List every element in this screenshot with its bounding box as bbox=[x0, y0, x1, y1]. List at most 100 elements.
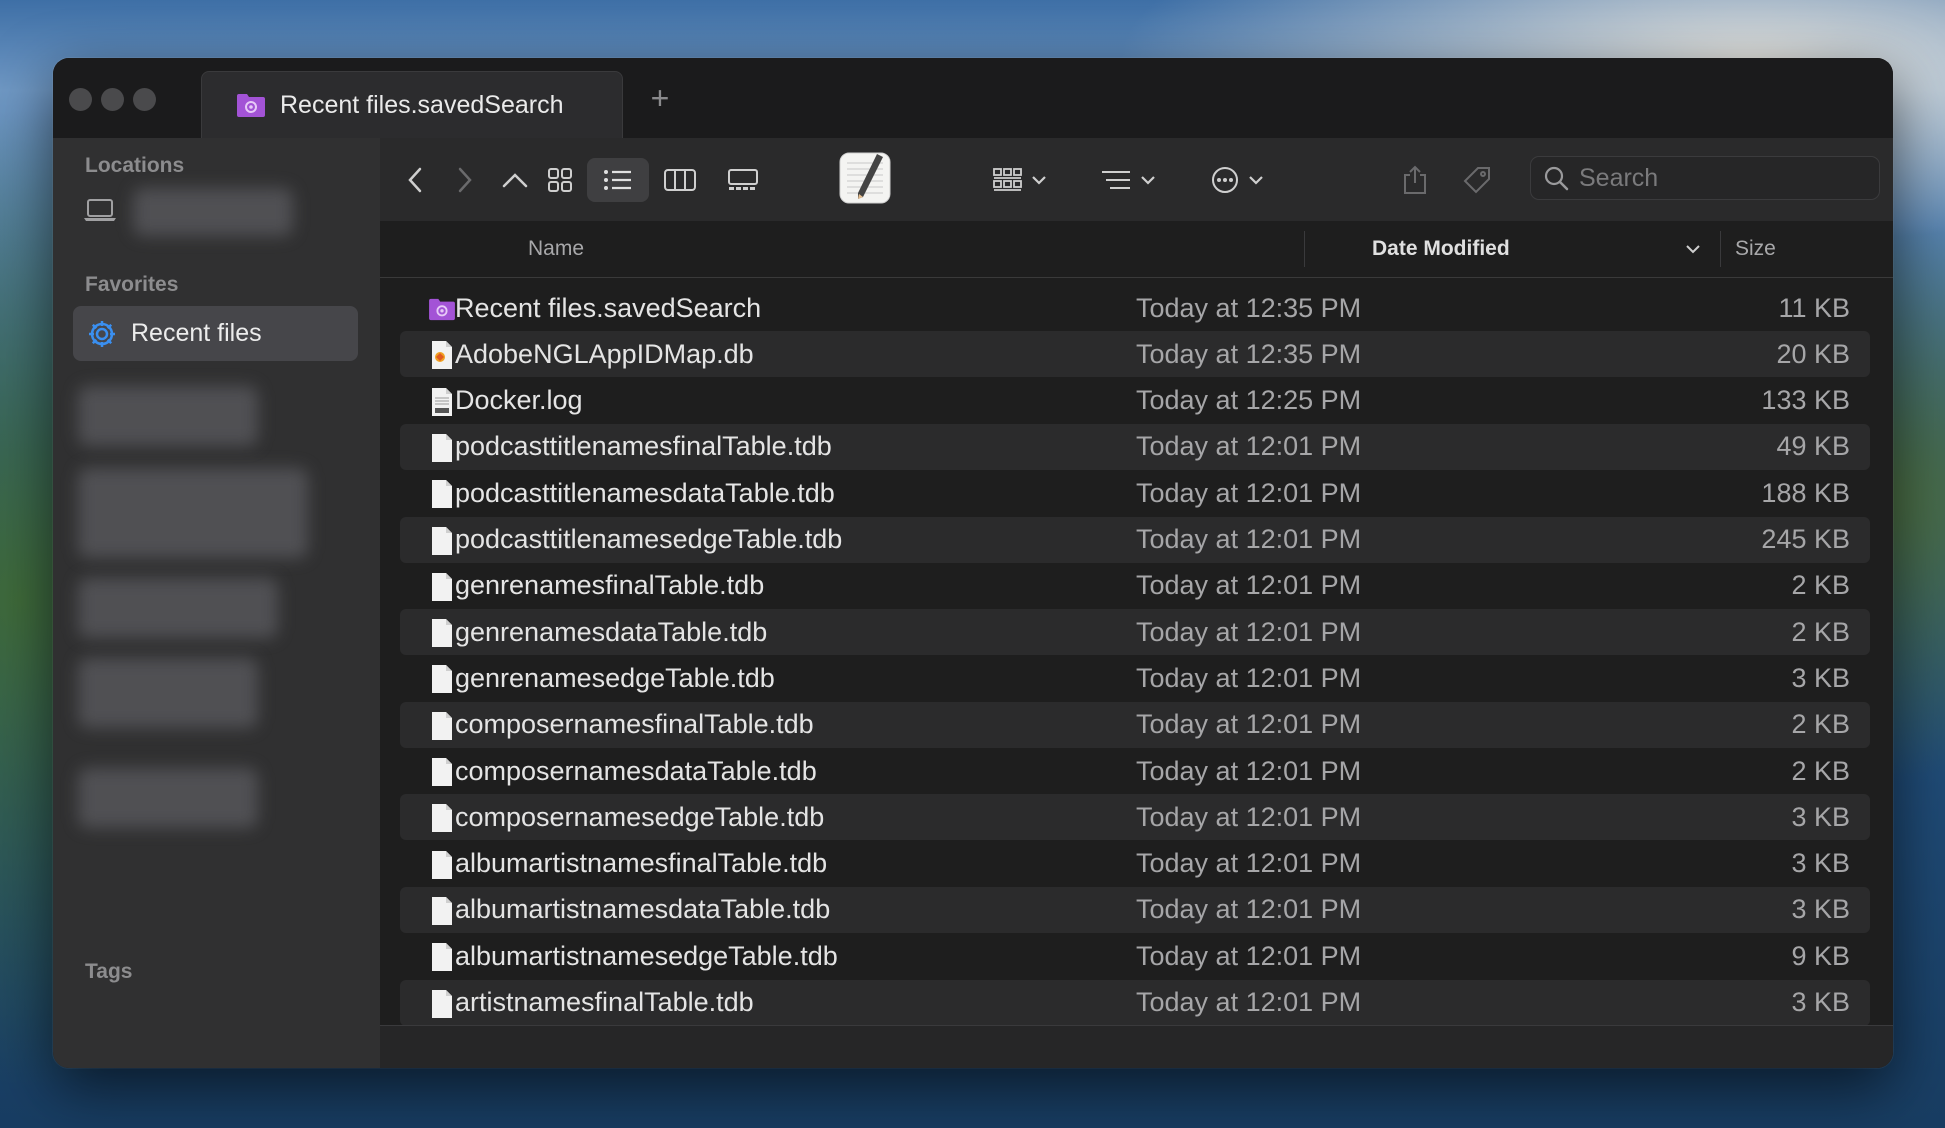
file-row[interactable]: composernamesdataTable.tdb Today at 12:01… bbox=[400, 748, 1870, 794]
laptop-icon[interactable] bbox=[83, 198, 117, 227]
gallery-view-button[interactable] bbox=[715, 158, 770, 202]
gallery-icon bbox=[727, 169, 758, 190]
file-name: artistnamesfinalTable.tdb bbox=[455, 987, 754, 1017]
file-size: 2 KB bbox=[1791, 709, 1850, 740]
column-view-button[interactable] bbox=[655, 158, 705, 202]
file-name: composernamesedgeTable.tdb bbox=[455, 801, 825, 832]
file-row[interactable]: Recent files.savedSearch Today at 12:35 P… bbox=[400, 285, 1870, 331]
file-size: 245 KB bbox=[1761, 524, 1850, 554]
sidebar: Locations Favorites Recent files Tags bbox=[53, 138, 381, 1068]
file-size: 2 KB bbox=[1791, 616, 1850, 647]
file-row[interactable]: podcasttitlenamesdataTable.tdb Today at 1… bbox=[400, 470, 1870, 516]
icon-view-button[interactable] bbox=[535, 158, 585, 202]
column-header-row: Name Date Modified Size bbox=[380, 221, 1893, 278]
document-icon bbox=[426, 849, 458, 881]
column-divider[interactable] bbox=[1720, 231, 1721, 267]
document-icon bbox=[426, 525, 458, 557]
list-view-button[interactable] bbox=[587, 158, 649, 202]
file-row[interactable]: genrenamesfinalTable.tdb Today at 12:01 P… bbox=[400, 563, 1870, 609]
title-bar: Recent files.savedSearch + bbox=[53, 58, 1893, 138]
search-input[interactable] bbox=[1577, 162, 1861, 194]
share-icon bbox=[1404, 165, 1426, 194]
columns-icon bbox=[664, 169, 696, 191]
chevron-up-icon bbox=[502, 173, 528, 188]
file-size: 2 KB bbox=[1791, 570, 1850, 601]
chevron-left-icon bbox=[408, 167, 422, 193]
action-menu-button[interactable] bbox=[1202, 158, 1272, 202]
file-row[interactable]: podcasttitlenamesfinalTable.tdb Today at … bbox=[400, 423, 1870, 470]
group-grid-icon bbox=[993, 168, 1022, 191]
file-row[interactable]: artistnamesfinalTable.tdb Today at 12:01 … bbox=[400, 979, 1870, 1026]
sort-list-icon bbox=[1102, 171, 1130, 189]
file-size: 3 KB bbox=[1791, 987, 1850, 1017]
enclosing-folder-button[interactable] bbox=[495, 158, 535, 202]
file-row[interactable]: Docker.log Today at 12:25 PM 133 KB bbox=[400, 378, 1870, 424]
file-size: 3 KB bbox=[1791, 662, 1850, 693]
file-row[interactable]: AdobeNGLAppIDMap.db Today at 12:35 PM 20 K… bbox=[400, 331, 1870, 378]
redacted-favorite-item bbox=[78, 468, 308, 558]
file-date-modified: Today at 12:35 PM bbox=[1136, 338, 1362, 369]
zoom-window-button[interactable] bbox=[133, 88, 156, 111]
file-row[interactable]: genrenamesedgeTable.tdb Today at 12:01 PM… bbox=[400, 655, 1870, 701]
file-name: Recent files.savedSearch bbox=[455, 292, 762, 323]
file-row[interactable]: composernamesfinalTable.tdb Today at 12:0… bbox=[400, 701, 1870, 748]
file-date-modified: Today at 12:01 PM bbox=[1136, 987, 1362, 1017]
sort-options-button[interactable] bbox=[1093, 158, 1163, 202]
file-name: Docker.log bbox=[455, 385, 583, 416]
document-icon bbox=[426, 988, 458, 1020]
file-name: AdobeNGLAppIDMap.db bbox=[455, 338, 754, 369]
search-field[interactable] bbox=[1530, 156, 1880, 200]
file-size: 20 KB bbox=[1776, 338, 1850, 369]
file-name: albumartistnamesfinalTable.tdb bbox=[455, 848, 828, 879]
sort-descending-chevron-icon[interactable] bbox=[1685, 241, 1701, 259]
smart-folder-icon bbox=[426, 293, 458, 325]
file-date-modified: Today at 12:01 PM bbox=[1136, 662, 1362, 693]
chevron-right-icon bbox=[458, 167, 472, 193]
document-icon bbox=[426, 617, 458, 649]
document-icon bbox=[426, 432, 458, 464]
sidebar-item-recent-files[interactable]: Recent files bbox=[73, 306, 358, 361]
file-name: genrenamesdataTable.tdb bbox=[455, 616, 768, 647]
toolbar bbox=[380, 138, 1893, 222]
file-row[interactable]: genrenamesdataTable.tdb Today at 12:01 PM… bbox=[400, 609, 1870, 656]
chevron-down-icon bbox=[1032, 176, 1046, 185]
file-name: albumartistnamesedgeTable.tdb bbox=[455, 940, 838, 971]
back-button[interactable] bbox=[400, 158, 430, 202]
file-row[interactable]: podcasttitlenamesedgeTable.tdb Today at 1… bbox=[400, 516, 1870, 563]
file-list: Recent files.savedSearch Today at 12:35 P… bbox=[380, 277, 1893, 1027]
log-file-icon bbox=[426, 386, 458, 418]
document-icon bbox=[426, 478, 458, 510]
file-date-modified: Today at 12:01 PM bbox=[1136, 940, 1362, 971]
gear-icon bbox=[87, 319, 117, 349]
file-size: 9 KB bbox=[1791, 940, 1850, 971]
file-date-modified: Today at 12:01 PM bbox=[1136, 709, 1362, 740]
document-icon bbox=[426, 756, 458, 788]
redacted-favorite-item bbox=[78, 386, 258, 446]
forward-button[interactable] bbox=[450, 158, 480, 202]
close-window-button[interactable] bbox=[69, 88, 92, 111]
tags-button[interactable] bbox=[1455, 158, 1499, 202]
file-browser: Name Date Modified Size Recent files.sav… bbox=[380, 138, 1893, 1068]
file-row[interactable]: composernamesedgeTable.tdb Today at 12:01… bbox=[400, 794, 1870, 841]
file-name: podcasttitlenamesedgeTable.tdb bbox=[455, 524, 843, 554]
file-row[interactable]: albumartistnamesdataTable.tdb Today at 12… bbox=[400, 886, 1870, 933]
share-button[interactable] bbox=[1395, 158, 1435, 202]
document-icon bbox=[426, 571, 458, 603]
file-date-modified: Today at 12:01 PM bbox=[1136, 755, 1362, 786]
textedit-app-icon[interactable] bbox=[838, 150, 892, 206]
file-size: 2 KB bbox=[1791, 755, 1850, 786]
file-name: albumartistnamesdataTable.tdb bbox=[455, 894, 831, 925]
file-row[interactable]: albumartistnamesfinalTable.tdb Today at 1… bbox=[400, 841, 1870, 887]
minimize-window-button[interactable] bbox=[101, 88, 124, 111]
more-ellipsis-icon bbox=[1212, 167, 1238, 193]
tab-recent-files[interactable]: Recent files.savedSearch bbox=[201, 71, 623, 138]
document-icon bbox=[426, 802, 458, 834]
column-header-date-modified[interactable]: Date Modified bbox=[1372, 237, 1510, 261]
file-row[interactable]: albumartistnamesedgeTable.tdb Today at 12… bbox=[400, 933, 1870, 979]
column-divider[interactable] bbox=[1304, 231, 1305, 267]
new-tab-button[interactable]: + bbox=[643, 82, 677, 116]
file-name: podcasttitlenamesfinalTable.tdb bbox=[455, 431, 832, 462]
column-header-size[interactable]: Size bbox=[1735, 237, 1776, 261]
column-header-name[interactable]: Name bbox=[528, 237, 584, 261]
group-by-button[interactable] bbox=[985, 158, 1055, 202]
